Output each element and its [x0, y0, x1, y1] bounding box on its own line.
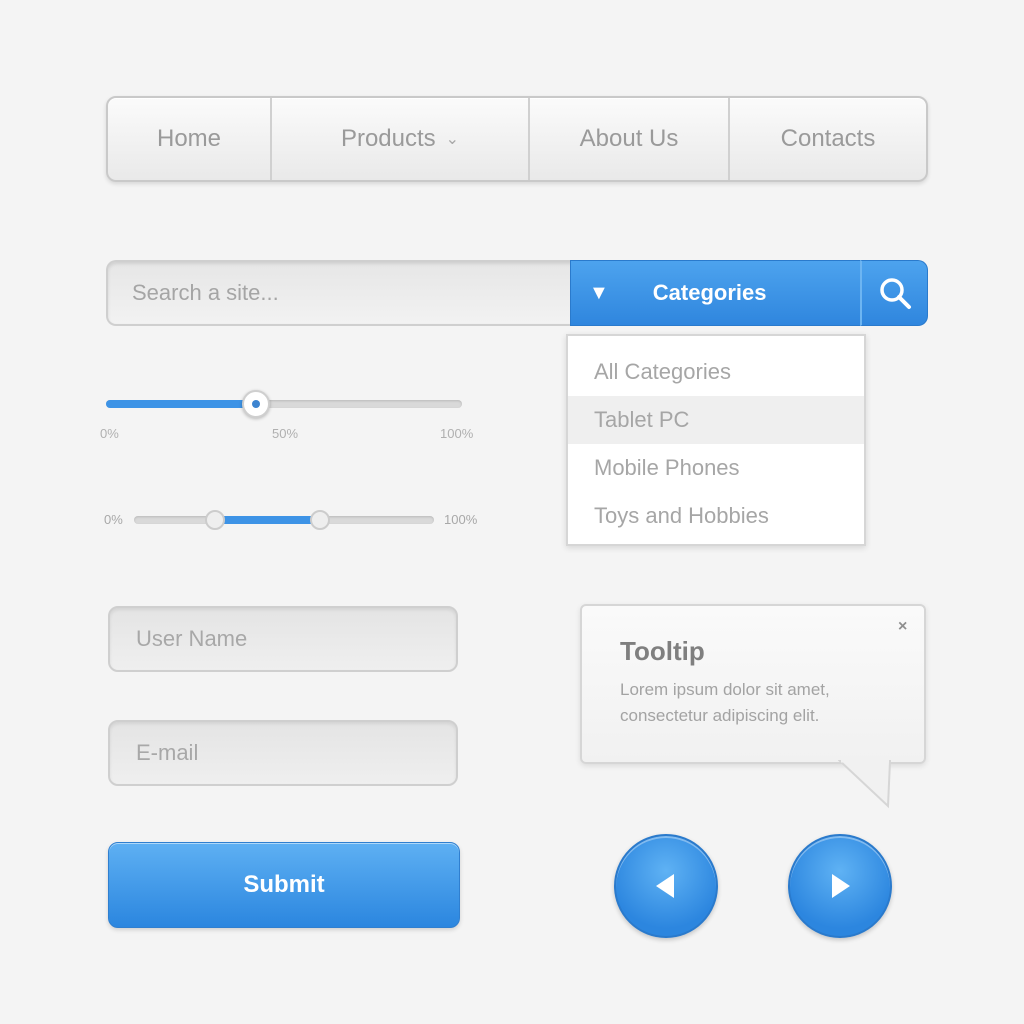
slider-min-label: 0%: [100, 426, 119, 441]
range-slider-fill: [215, 516, 320, 524]
categories-button[interactable]: ▼ Categories: [570, 260, 862, 326]
range-min-label: 0%: [104, 512, 123, 527]
slider-handle[interactable]: [241, 390, 270, 418]
close-icon[interactable]: ×: [898, 618, 907, 636]
next-button[interactable]: [788, 834, 892, 938]
play-right-icon: [832, 874, 850, 898]
slider-max-label: 100%: [440, 426, 474, 441]
nav-item-about[interactable]: About Us: [530, 98, 730, 180]
play-left-icon: [656, 874, 674, 898]
range-slider-high-handle[interactable]: [310, 510, 330, 530]
dropdown-item-mobile[interactable]: Mobile Phones: [568, 444, 864, 492]
range-max-label: 100%: [444, 512, 478, 527]
categories-label: Categories: [652, 280, 767, 305]
slider-handle-dot: [251, 400, 260, 408]
username-input[interactable]: [108, 606, 458, 672]
dropdown-item-all[interactable]: All Categories: [568, 348, 864, 396]
chevron-down-icon: ⌄: [445, 131, 460, 148]
nav-item-label: Home: [156, 125, 222, 152]
magnifier-icon: [879, 278, 911, 309]
prev-button[interactable]: [614, 834, 718, 938]
nav-item-label: About Us: [579, 125, 679, 152]
nav-item-label: Products: [340, 125, 436, 152]
slider-fill: [106, 400, 256, 408]
nav-item-contacts[interactable]: Contacts: [730, 98, 926, 180]
submit-button[interactable]: Submit: [108, 842, 460, 928]
tooltip-body: Lorem ipsum dolor sit amet, consectetur …: [620, 680, 830, 725]
search-button[interactable]: [860, 260, 928, 326]
email-input[interactable]: [108, 720, 458, 786]
slider-mid-label: 50%: [272, 426, 299, 441]
nav-item-label: Contacts: [780, 125, 876, 152]
search-input[interactable]: [106, 260, 576, 326]
tooltip: Tooltip Lorem ipsum dolor sit amet, cons…: [580, 604, 926, 764]
triangle-down-icon: ▼: [589, 281, 609, 304]
tooltip-title: Tooltip: [620, 636, 705, 666]
categories-dropdown: All Categories Tablet PC Mobile Phones T…: [566, 334, 866, 546]
range-slider-low-handle[interactable]: [205, 510, 225, 530]
nav-item-products[interactable]: Products ⌄: [272, 98, 530, 180]
dropdown-item-toys[interactable]: Toys and Hobbies: [568, 492, 864, 540]
nav-item-home[interactable]: Home: [108, 98, 272, 180]
dropdown-item-tablet[interactable]: Tablet PC: [568, 396, 864, 444]
main-nav: Home Products ⌄ About Us Contacts: [106, 96, 928, 182]
tooltip-pointer: [838, 760, 892, 809]
